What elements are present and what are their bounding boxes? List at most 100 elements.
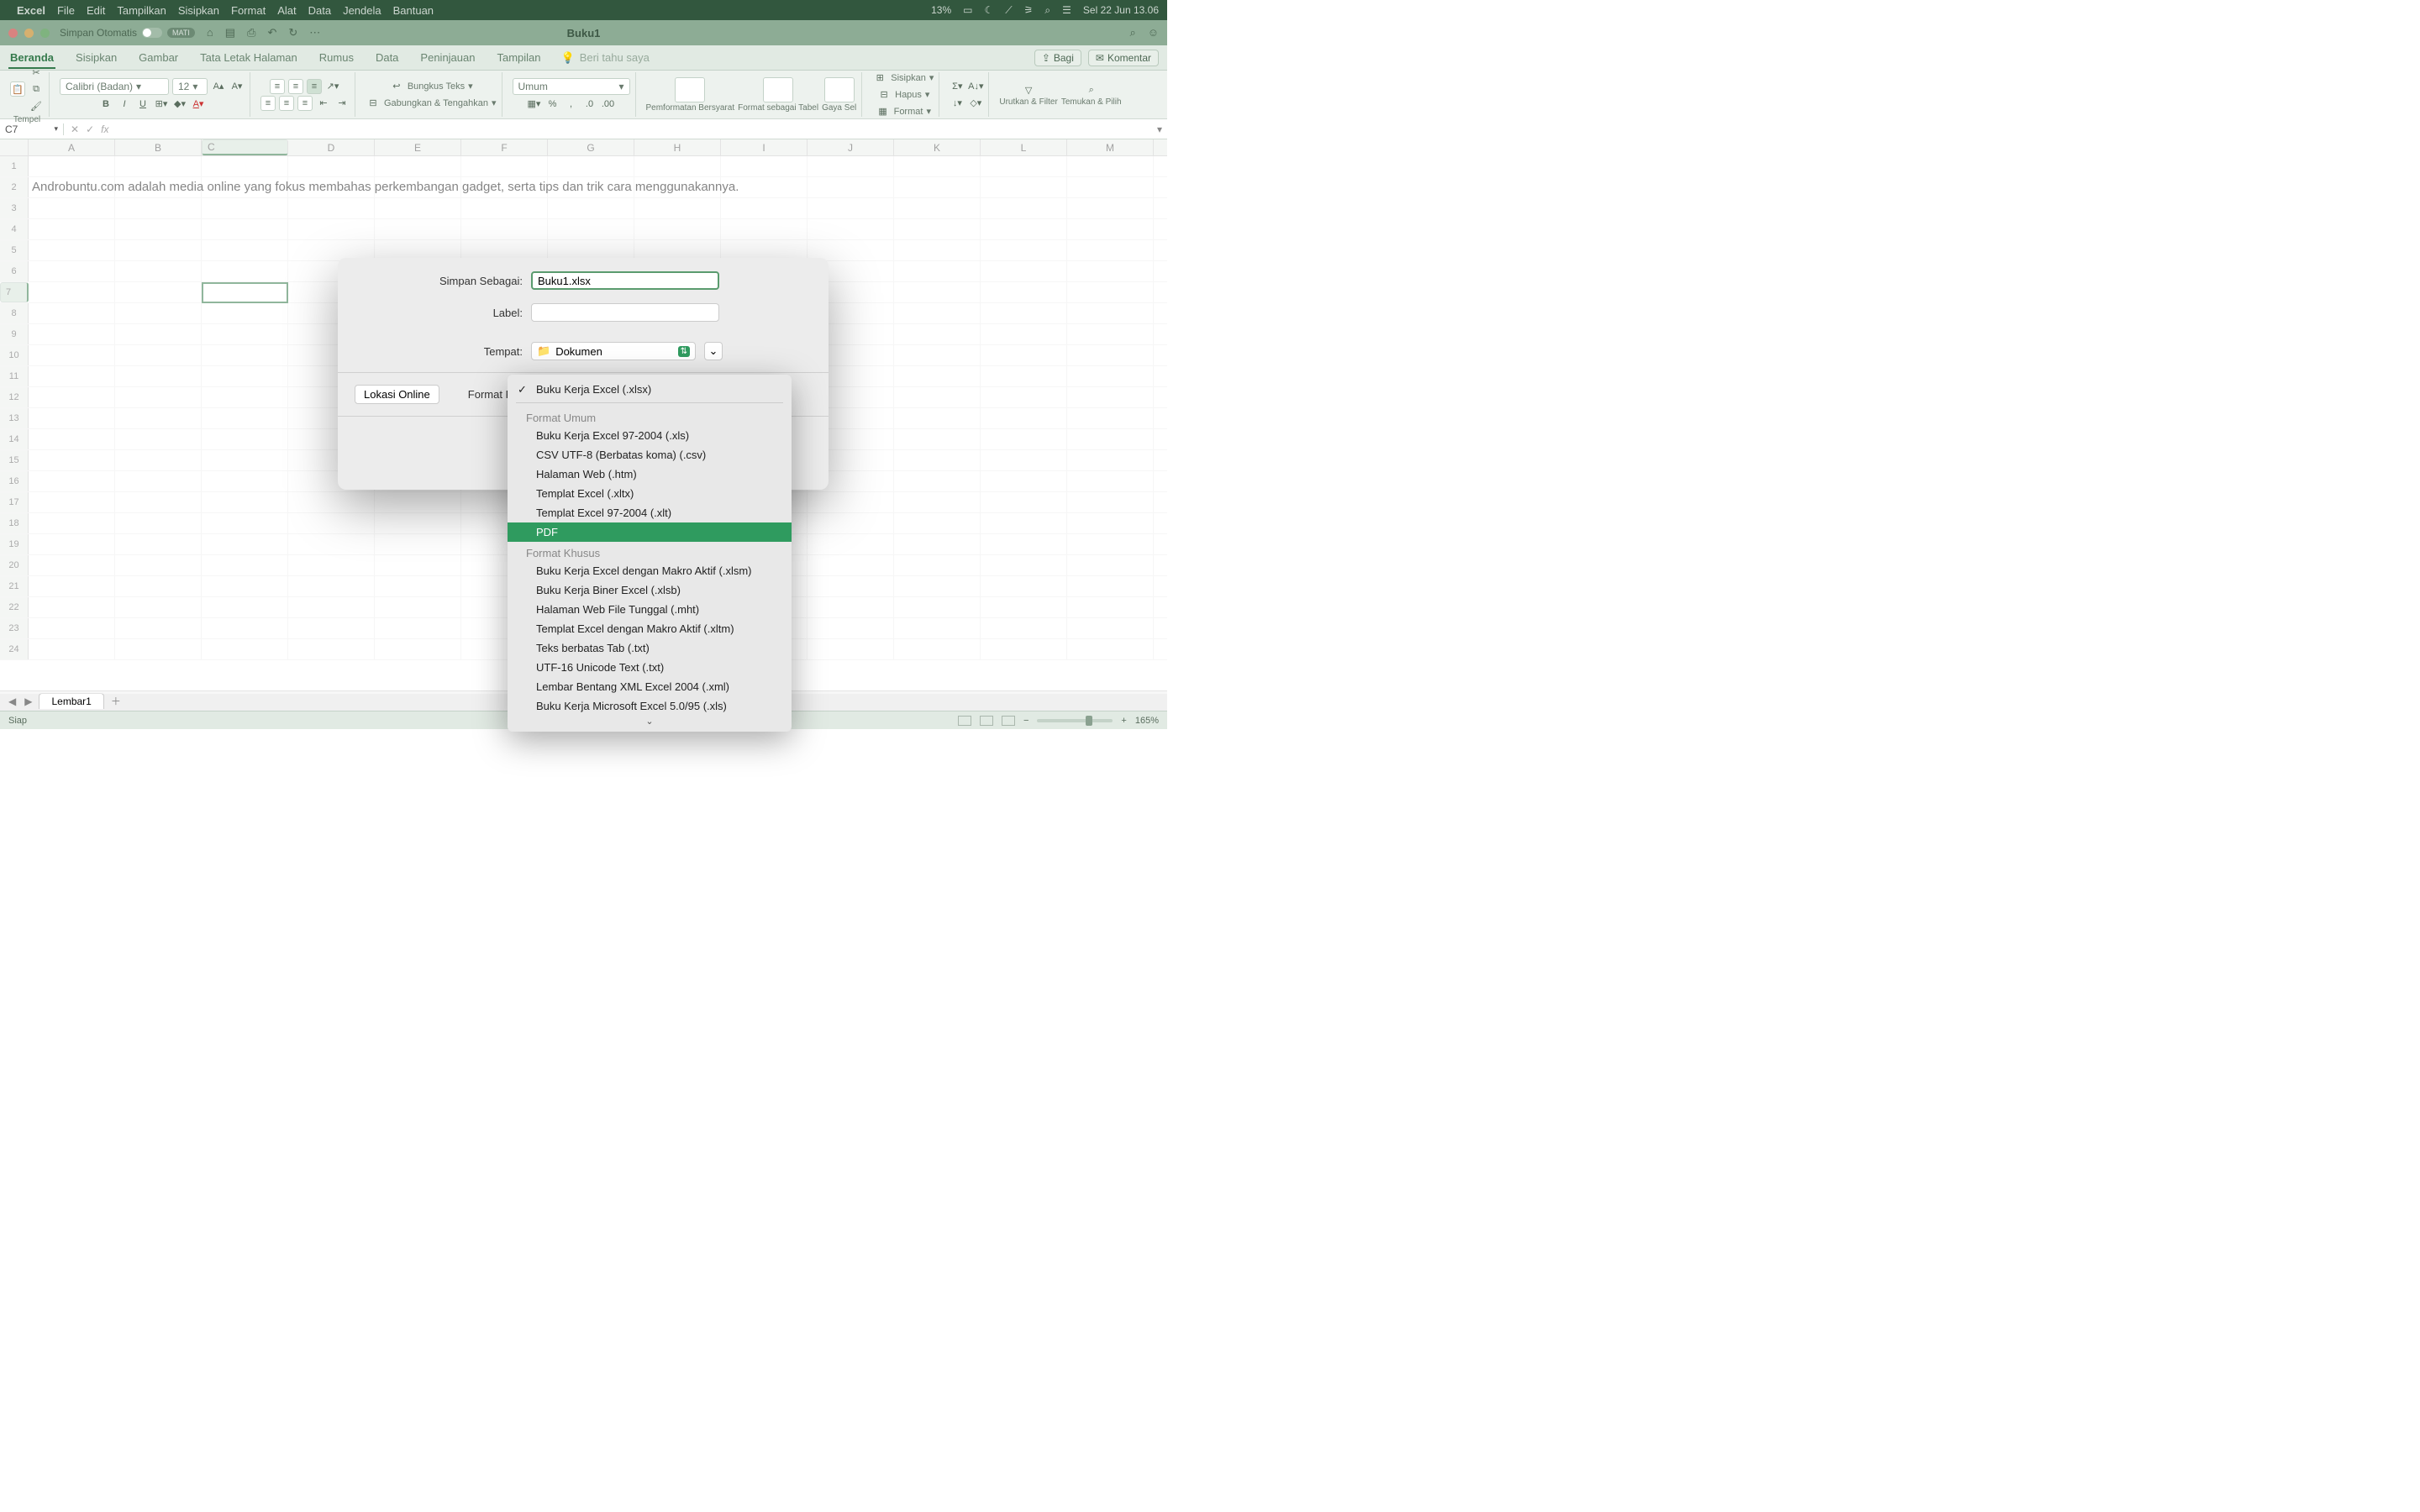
menu-view[interactable]: Tampilkan [117, 4, 166, 17]
format-option-xls5[interactable]: Buku Kerja Microsoft Excel 5.0/95 (.xls) [508, 696, 792, 716]
dnd-icon[interactable]: ☾ [984, 4, 993, 16]
tell-me-search[interactable]: Beri tahu saya [580, 51, 650, 64]
format-option-xltm[interactable]: Templat Excel dengan Makro Aktif (.xltm) [508, 619, 792, 638]
wifi-icon[interactable]: ⚞ [1024, 4, 1034, 16]
format-option-mht[interactable]: Halaman Web File Tunggal (.mht) [508, 600, 792, 619]
location-select[interactable]: 📁 Dokumen ⇅ [531, 342, 696, 360]
print-icon[interactable]: ⎙ [247, 26, 255, 39]
menu-edit[interactable]: Edit [87, 4, 105, 17]
font-color-button[interactable]: A▾ [191, 97, 206, 112]
format-option-pdf[interactable]: PDF [508, 522, 792, 542]
feedback-icon[interactable]: ☺ [1148, 26, 1159, 39]
menu-format[interactable]: Format [231, 4, 266, 17]
align-middle-icon[interactable]: ≡ [288, 79, 303, 94]
sort-icon[interactable]: A↓▾ [968, 79, 983, 94]
format-option-xlsm[interactable]: Buku Kerja Excel dengan Makro Aktif (.xl… [508, 561, 792, 580]
find-icon[interactable]: ⌕ [1084, 82, 1099, 97]
filename-input[interactable] [531, 271, 719, 290]
insert-cells-label[interactable]: Sisipkan [891, 73, 926, 83]
save-icon[interactable]: ▤ [225, 26, 235, 39]
autosum-icon[interactable]: Σ▾ [950, 79, 965, 94]
menuextra-icon[interactable]: ⟋ [1005, 4, 1012, 17]
currency-icon[interactable]: ▦▾ [527, 97, 542, 112]
close-window-button[interactable] [8, 29, 18, 38]
name-box[interactable]: C7▾ [0, 123, 64, 135]
share-button[interactable]: ⇪Bagi [1034, 50, 1081, 66]
format-option-utf16-txt[interactable]: UTF-16 Unicode Text (.txt) [508, 658, 792, 677]
next-sheet-button[interactable]: ▶ [23, 696, 34, 707]
format-option-xlsb[interactable]: Buku Kerja Biner Excel (.xlsb) [508, 580, 792, 600]
search-icon[interactable]: ⌕ [1129, 26, 1135, 39]
view-page-break-icon[interactable] [1002, 716, 1015, 726]
view-normal-icon[interactable] [958, 716, 971, 726]
underline-button[interactable]: U [135, 97, 150, 112]
format-option-htm[interactable]: Halaman Web (.htm) [508, 465, 792, 484]
font-size-select[interactable]: 12▾ [172, 78, 208, 95]
format-cells-label[interactable]: Format [894, 107, 923, 117]
fill-color-button[interactable]: ◆▾ [172, 97, 187, 112]
format-option-xlt[interactable]: Templat Excel 97-2004 (.xlt) [508, 503, 792, 522]
merge-label[interactable]: Gabungkan & Tengahkan [384, 98, 488, 108]
wrap-label[interactable]: Bungkus Teks [408, 81, 465, 92]
sort-filter-icon[interactable]: ▽ [1021, 82, 1036, 97]
zoom-slider[interactable] [1037, 719, 1113, 722]
home-icon[interactable]: ⌂ [207, 26, 213, 39]
dropdown-scroll-down-icon[interactable]: ⌄ [508, 716, 792, 727]
tags-input[interactable] [531, 303, 719, 322]
minimize-window-button[interactable] [24, 29, 34, 38]
zoom-out-button[interactable]: − [1023, 716, 1028, 726]
align-bottom-icon[interactable]: ≡ [307, 79, 322, 94]
align-center-icon[interactable]: ≡ [279, 96, 294, 111]
align-right-icon[interactable]: ≡ [297, 96, 313, 111]
align-top-icon[interactable]: ≡ [270, 79, 285, 94]
format-painter-icon[interactable]: 🖌 [29, 98, 44, 113]
delete-cells-icon[interactable]: ⊟ [876, 87, 892, 102]
increase-decimal-icon[interactable]: .0 [582, 97, 597, 112]
zoom-window-button[interactable] [40, 29, 50, 38]
format-cells-icon[interactable]: ▦ [876, 104, 891, 119]
format-option-xlsx[interactable]: Buku Kerja Excel (.xlsx) [508, 380, 792, 399]
cond-format-icon[interactable] [675, 77, 705, 102]
menu-file[interactable]: File [57, 4, 75, 17]
merge-icon[interactable]: ⊟ [366, 96, 381, 111]
italic-button[interactable]: I [117, 97, 132, 112]
tab-draw[interactable]: Gambar [137, 48, 180, 67]
expand-formula-icon[interactable]: ▾ [1152, 123, 1167, 135]
format-option-xls[interactable]: Buku Kerja Excel 97-2004 (.xls) [508, 426, 792, 445]
control-center-icon[interactable]: ☰ [1062, 4, 1071, 16]
decrease-indent-icon[interactable]: ⇤ [316, 96, 331, 111]
comma-icon[interactable]: , [564, 97, 579, 112]
menu-help[interactable]: Bantuan [393, 4, 434, 17]
autosave-control[interactable]: Simpan Otomatis MATI [60, 27, 195, 39]
redo-icon[interactable]: ↻ [288, 26, 297, 39]
autosave-toggle[interactable] [142, 28, 162, 38]
cancel-formula-icon[interactable]: ✕ [71, 123, 79, 135]
prev-sheet-button[interactable]: ◀ [7, 696, 18, 707]
menu-tools[interactable]: Alat [277, 4, 296, 17]
menu-data[interactable]: Data [308, 4, 331, 17]
increase-indent-icon[interactable]: ⇥ [334, 96, 350, 111]
tab-insert[interactable]: Sisipkan [74, 48, 118, 67]
tab-formulas[interactable]: Rumus [318, 48, 355, 67]
wrap-icon[interactable]: ↩ [389, 79, 404, 94]
view-page-layout-icon[interactable] [980, 716, 993, 726]
cut-icon[interactable]: ✂ [29, 65, 44, 80]
clear-icon[interactable]: ◇▾ [968, 96, 983, 111]
zoom-in-button[interactable]: + [1121, 716, 1126, 726]
border-button[interactable]: ⊞▾ [154, 97, 169, 112]
align-left-icon[interactable]: ≡ [260, 96, 276, 111]
delete-cells-label[interactable]: Hapus [895, 90, 922, 100]
add-sheet-button[interactable]: ＋ [109, 694, 123, 708]
menu-window[interactable]: Jendela [343, 4, 381, 17]
format-option-csv[interactable]: CSV UTF-8 (Berbatas koma) (.csv) [508, 445, 792, 465]
more-icon[interactable]: ⋯ [309, 26, 320, 39]
cell-styles-icon[interactable] [824, 77, 855, 102]
online-location-button[interactable]: Lokasi Online [355, 385, 439, 404]
app-name[interactable]: Excel [17, 4, 45, 17]
spotlight-icon[interactable]: ⌕ [1044, 4, 1050, 17]
bold-button[interactable]: B [98, 97, 113, 112]
tab-data[interactable]: Data [374, 48, 400, 67]
zoom-level[interactable]: 165% [1135, 716, 1159, 726]
format-table-icon[interactable] [763, 77, 793, 102]
decrease-font-icon[interactable]: A▾ [229, 79, 245, 94]
